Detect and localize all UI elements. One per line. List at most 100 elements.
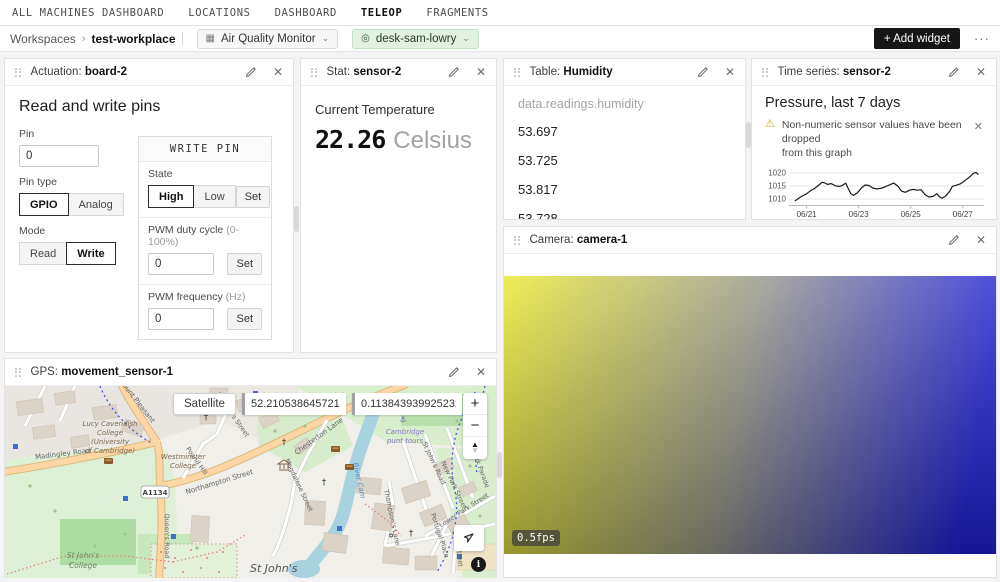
widget-table: Table: Humidity ✕ data.readings.humidity… <box>503 58 746 220</box>
pin-input[interactable] <box>19 145 99 167</box>
church-icon: † <box>409 529 414 539</box>
map-zoom-controls: + − ▲ ▼ <box>463 393 487 459</box>
nav-dashboard[interactable]: DASHBOARD <box>275 7 337 19</box>
state-label: State <box>148 168 262 180</box>
drag-handle-icon[interactable] <box>514 68 520 77</box>
close-icon[interactable]: ✕ <box>976 66 986 78</box>
widget-title-name: sensor-2 <box>353 66 401 78</box>
more-options-button[interactable]: ··· <box>974 31 990 46</box>
machine-select[interactable]: ◎ desk-sam-lowry ⌄ <box>352 29 479 49</box>
workspace-toolbar: Workspaces › test-workplace ▦ Air Qualit… <box>0 26 1000 52</box>
drag-handle-icon[interactable] <box>762 68 768 77</box>
latitude-input[interactable] <box>242 393 346 415</box>
edit-pencil-icon[interactable] <box>948 66 960 78</box>
park-label: College <box>69 561 97 570</box>
close-icon[interactable]: ✕ <box>273 66 283 78</box>
location-select[interactable]: ▦ Air Quality Monitor ⌄ <box>197 29 339 49</box>
nav-fragments[interactable]: FRAGMENTS <box>426 7 488 19</box>
nav-teleop[interactable]: TELEOP <box>361 7 403 19</box>
widget-title-name: camera-1 <box>577 234 628 246</box>
mode-write-button[interactable]: Write <box>66 242 115 265</box>
stat-unit: Celsius <box>393 127 472 155</box>
svg-text:A1134: A1134 <box>143 489 168 497</box>
chart-title: Pressure, last 7 days <box>765 95 983 111</box>
compass-reset-button[interactable]: ▲ ▼ <box>463 437 487 459</box>
pin-type-gpio-button[interactable]: GPIO <box>19 193 69 216</box>
column-resize-handle[interactable] <box>294 206 299 232</box>
svg-text:06/25: 06/25 <box>901 210 922 219</box>
park-label: St John's <box>67 551 99 560</box>
poi-label: Cambridge <box>386 428 424 436</box>
map-info-button[interactable]: i <box>471 557 486 572</box>
state-set-button[interactable]: Set <box>236 186 271 208</box>
widget-header: Table: Humidity ✕ <box>504 59 745 86</box>
table-row: 53.725 <box>518 153 731 168</box>
pwm-freq-set-button[interactable]: Set <box>227 308 262 330</box>
location-icon: ▦ <box>206 33 215 44</box>
top-nav: ALL MACHINES DASHBOARD LOCATIONS DASHBOA… <box>0 0 1000 26</box>
widget-header: Stat: sensor-2 ✕ <box>301 59 496 86</box>
longitude-input[interactable] <box>352 393 462 415</box>
pwm-freq-input[interactable] <box>148 308 214 330</box>
nav-all-machines-dashboard[interactable]: ALL MACHINES DASHBOARD <box>12 7 164 19</box>
close-icon[interactable]: ✕ <box>476 366 486 378</box>
machine-select-label: desk-sam-lowry <box>376 33 457 45</box>
fps-badge: 0.5fps <box>512 530 560 546</box>
edit-pencil-icon[interactable] <box>448 366 460 378</box>
drag-handle-icon[interactable] <box>514 236 520 245</box>
edit-pencil-icon[interactable] <box>697 66 709 78</box>
warning-dismiss-icon[interactable]: ✕ <box>974 118 983 133</box>
svg-text:1015: 1015 <box>768 181 786 190</box>
widget-title: Camera: <box>530 234 574 246</box>
drag-handle-icon[interactable] <box>15 68 21 77</box>
state-high-button[interactable]: High <box>148 185 194 208</box>
pin-type-analog-button[interactable]: Analog <box>68 193 124 216</box>
close-icon[interactable]: ✕ <box>476 66 486 78</box>
nav-locations[interactable]: LOCATIONS <box>188 7 250 19</box>
drag-handle-icon[interactable] <box>15 368 21 377</box>
zoom-in-button[interactable]: + <box>463 393 487 415</box>
table-row: 53.728 <box>518 211 731 220</box>
pwm-duty-input[interactable] <box>148 253 214 275</box>
add-widget-button[interactable]: + Add widget <box>874 28 960 49</box>
drag-handle-icon[interactable] <box>311 68 317 77</box>
state-low-button[interactable]: Low <box>193 185 235 208</box>
mode-read-button[interactable]: Read <box>19 242 67 265</box>
close-icon[interactable]: ✕ <box>976 234 986 246</box>
satellite-toggle-button[interactable]: Satellite <box>173 393 236 415</box>
area-label: St John's <box>250 562 298 575</box>
column-resize-handle[interactable] <box>497 452 502 478</box>
breadcrumb-current-workspace[interactable]: test-workplace <box>91 32 182 46</box>
write-pin-panel: WRITE PIN State High Low Set PWM duty cy… <box>138 136 272 340</box>
widget-title-name: Humidity <box>563 66 612 78</box>
svg-text:06/23: 06/23 <box>849 210 870 219</box>
write-pin-title: WRITE PIN <box>139 137 271 162</box>
widget-header: Time series: sensor-2 ✕ <box>752 59 996 86</box>
svg-text:06/21: 06/21 <box>797 210 818 219</box>
widget-gps: GPS: movement_sensor-1 ✕ <box>4 358 497 578</box>
zoom-out-button[interactable]: − <box>463 415 487 437</box>
edit-pencil-icon[interactable] <box>245 66 257 78</box>
location-select-label: Air Quality Monitor <box>221 33 316 45</box>
close-icon[interactable]: ✕ <box>725 66 735 78</box>
chevron-down-icon: ⌄ <box>322 33 330 44</box>
widget-title-name: board-2 <box>85 66 127 78</box>
breadcrumb-separator: › <box>82 33 86 45</box>
pwm-duty-set-button[interactable]: Set <box>227 253 262 275</box>
widget-stat: Stat: sensor-2 ✕ Current Temperature 22.… <box>300 58 497 353</box>
college-label: of Cambridge) <box>85 447 135 455</box>
widget-header: GPS: movement_sensor-1 ✕ <box>5 359 496 386</box>
pwm-freq-label: PWM frequency (Hz) <box>148 291 262 303</box>
warning-text-line1: Non-numeric sensor values have been drop… <box>782 119 962 145</box>
pwm-freq-unit: (Hz) <box>226 291 246 303</box>
anchor-icon: ⚓ <box>399 415 406 424</box>
breadcrumb-workspaces[interactable]: Workspaces <box>10 32 76 46</box>
camera-stream-image: 0.5fps <box>504 276 996 554</box>
widget-title: Actuation: <box>31 66 82 78</box>
edit-pencil-icon[interactable] <box>448 66 460 78</box>
stat-value: 22.26 <box>315 125 385 154</box>
edit-pencil-icon[interactable] <box>948 234 960 246</box>
locate-me-button[interactable] <box>454 525 484 551</box>
column-resize-handle[interactable] <box>746 122 751 148</box>
table-column-header: data.readings.humidity <box>518 97 731 111</box>
